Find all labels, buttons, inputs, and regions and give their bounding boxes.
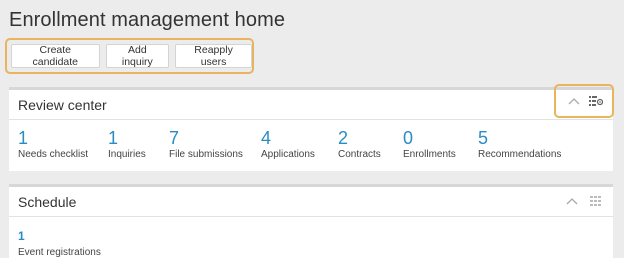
reapply-users-button[interactable]: Reapply users [175, 44, 252, 68]
review-center-title: Review center [18, 96, 107, 113]
stat-value: 5 [478, 128, 489, 148]
stat-value: 4 [261, 128, 272, 148]
stat-applications[interactable]: 4 Applications [261, 128, 315, 160]
review-stats: 1 Needs checklist 1 Inquiries 7 File sub… [9, 120, 613, 170]
stat-inquiries[interactable]: 1 Inquiries [108, 128, 146, 160]
add-inquiry-button[interactable]: Add inquiry [105, 44, 170, 68]
event-registrations-label: Event registrations [18, 247, 101, 258]
settings-grid-icon[interactable] [589, 94, 603, 108]
stat-value: 1 [18, 128, 29, 148]
page-title: Enrollment management home [9, 9, 286, 31]
event-registrations-count[interactable]: 1 [18, 229, 25, 243]
stat-value: 7 [169, 128, 180, 148]
schedule-header: Schedule [9, 187, 613, 217]
stat-contracts[interactable]: 2 Contracts [338, 128, 381, 160]
stat-needs-checklist[interactable]: 1 Needs checklist [18, 128, 88, 160]
grid-icon[interactable] [589, 194, 603, 208]
stat-label: Enrollments [403, 149, 456, 160]
chevron-up-icon[interactable] [565, 194, 579, 208]
chevron-up-icon[interactable] [567, 94, 581, 108]
stat-value: 2 [338, 128, 349, 148]
stat-label: Recommendations [478, 149, 562, 160]
stat-label: Inquiries [108, 149, 146, 160]
review-center-card: Review center 1 Needs checklist 1 Inquir… [9, 84, 614, 171]
schedule-title: Schedule [18, 193, 77, 210]
stat-enrollments[interactable]: 0 Enrollments [403, 128, 456, 160]
stat-label: Needs checklist [18, 149, 89, 160]
stat-label: Applications [261, 149, 315, 160]
stat-value: 1 [108, 128, 119, 148]
review-center-controls [554, 84, 614, 118]
stat-label: File submissions [169, 149, 243, 160]
action-button-group: Create candidate Add inquiry Reapply use… [5, 38, 254, 74]
stat-label: Contracts [338, 149, 381, 160]
schedule-controls [565, 194, 603, 208]
review-center-header: Review center [9, 84, 614, 120]
create-candidate-button[interactable]: Create candidate [11, 44, 100, 68]
schedule-card: Schedule 1 Event registrations [9, 184, 613, 258]
stat-file-submissions[interactable]: 7 File submissions [169, 128, 243, 160]
stat-recommendations[interactable]: 5 Recommendations [478, 128, 561, 160]
stat-value: 0 [403, 128, 414, 148]
